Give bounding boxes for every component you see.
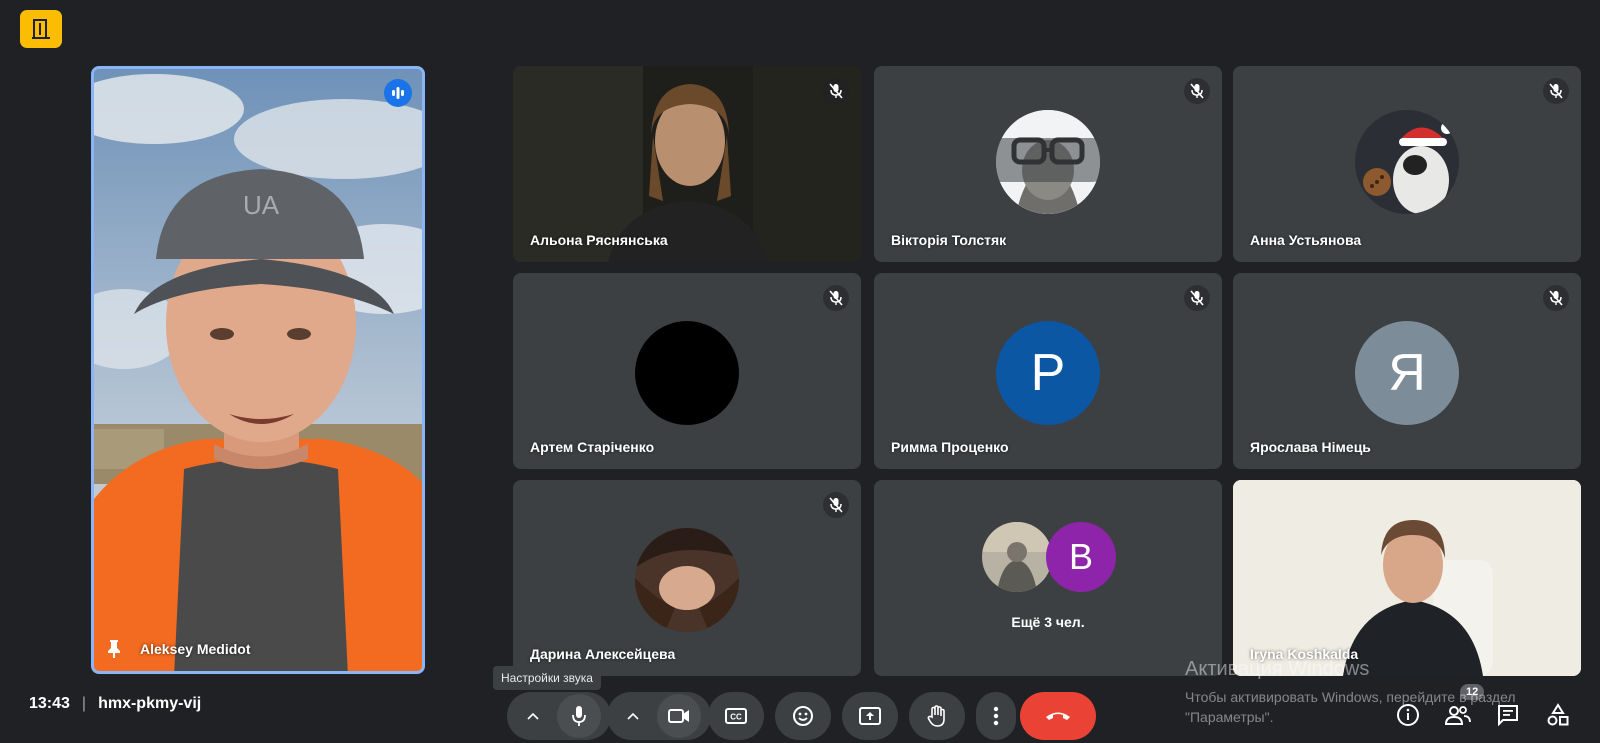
participant-name: Вікторія Толстяк xyxy=(891,232,1007,248)
emoji-icon xyxy=(793,706,813,726)
avatar xyxy=(1355,110,1459,214)
muted-indicator xyxy=(1543,78,1569,104)
captions-button[interactable]: CC xyxy=(708,692,764,740)
participant-tile[interactable]: Дарина Алексейцева xyxy=(513,480,861,676)
avatar: Р xyxy=(996,321,1100,425)
more-options-button[interactable] xyxy=(976,692,1016,740)
mic-off-icon xyxy=(829,83,843,99)
speaking-indicator-icon xyxy=(392,87,404,99)
closed-captions-icon: CC xyxy=(725,708,747,724)
people-icon xyxy=(1445,706,1471,725)
mic-off-icon xyxy=(1190,290,1204,306)
app-logo[interactable] xyxy=(20,10,62,48)
audio-options-button[interactable] xyxy=(519,712,547,720)
participant-name: Iryna Koshkalda xyxy=(1250,646,1359,662)
people-button[interactable] xyxy=(1440,697,1476,733)
participant-name: Анна Устьянова xyxy=(1250,232,1362,248)
activities-button[interactable] xyxy=(1540,697,1576,733)
avatar-letter: Я xyxy=(1388,344,1426,402)
participant-name: Артем Старіченко xyxy=(530,439,655,455)
mic-button[interactable] xyxy=(557,694,601,738)
mic-off-icon xyxy=(829,497,843,513)
reactions-button[interactable] xyxy=(775,692,831,740)
mic-off-icon xyxy=(1190,83,1204,99)
camera-control xyxy=(607,692,711,740)
hang-up-icon xyxy=(1046,712,1070,720)
avatar-letter: В xyxy=(1068,536,1093,577)
participant-tile[interactable]: Iryna Koshkalda xyxy=(1233,480,1581,676)
mic-off-icon xyxy=(829,290,843,306)
avatar: Я xyxy=(1355,321,1459,425)
muted-indicator xyxy=(1543,285,1569,311)
muted-indicator xyxy=(1184,285,1210,311)
participant-count-badge: 12 xyxy=(1460,684,1485,700)
avatar-letter: Р xyxy=(1030,344,1066,402)
svg-text:UA: UA xyxy=(243,190,280,220)
video-options-button[interactable] xyxy=(619,712,647,720)
participant-video: UA xyxy=(94,69,422,671)
participant-name: Ярослава Німець xyxy=(1250,439,1371,455)
muted-indicator xyxy=(823,492,849,518)
participant-tile[interactable]: Я Ярослава Німець xyxy=(1233,273,1581,469)
meeting-info: 13:43 | hmx-pkmy-vij xyxy=(29,695,201,713)
camera-button[interactable] xyxy=(657,694,701,738)
present-screen-icon xyxy=(859,707,881,725)
participant-tile[interactable]: Анна Устьянова xyxy=(1233,66,1581,262)
avatar-overlay-controls xyxy=(978,138,1114,182)
participant-tile[interactable]: Артем Старіченко xyxy=(513,273,861,469)
participant-name: Aleksey Medidot xyxy=(140,641,251,657)
present-screen-button[interactable] xyxy=(842,692,898,740)
bottom-toolbar: 13:43 | hmx-pkmy-vij CC xyxy=(0,677,1600,743)
more-vert-icon xyxy=(993,706,999,726)
avatar xyxy=(635,321,739,425)
participant-tile[interactable]: Р Римма Проценко xyxy=(874,273,1222,469)
muted-indicator xyxy=(1184,78,1210,104)
chevron-up-icon xyxy=(627,712,639,720)
video-camera-icon xyxy=(668,709,689,723)
raise-hand-button[interactable] xyxy=(909,692,965,740)
speaking-indicator xyxy=(384,79,412,107)
mic-icon xyxy=(572,706,586,726)
muted-indicator xyxy=(823,78,849,104)
muted-indicator xyxy=(823,285,849,311)
chat-button[interactable] xyxy=(1490,697,1526,733)
avatar: В xyxy=(1046,522,1116,592)
mic-off-icon xyxy=(1549,290,1563,306)
participant-name: Римма Проценко xyxy=(891,439,1009,455)
avatar xyxy=(635,528,739,632)
avatar xyxy=(982,522,1052,592)
mic-control xyxy=(507,692,611,740)
info-icon xyxy=(1397,704,1419,726)
meeting-code[interactable]: hmx-pkmy-vij xyxy=(98,695,201,713)
raise-hand-icon xyxy=(927,705,945,727)
clock: 13:43 xyxy=(29,695,70,712)
door-icon xyxy=(32,19,50,39)
participant-name: Альона Ряснянська xyxy=(530,232,668,248)
chevron-up-icon xyxy=(527,712,539,720)
pin-icon[interactable] xyxy=(106,639,122,659)
more-participants-tile[interactable]: В Ещё 3 чел. xyxy=(874,480,1222,676)
pinned-participant-tile[interactable]: UA Aleksey Medidot xyxy=(91,66,425,674)
mic-off-icon xyxy=(1549,83,1563,99)
chat-icon xyxy=(1498,705,1518,726)
leave-call-button[interactable] xyxy=(1020,692,1096,740)
svg-text:CC: CC xyxy=(730,713,742,722)
participant-tile[interactable]: Альона Ряснянська xyxy=(513,66,861,262)
separator: | xyxy=(81,695,87,712)
participant-tile[interactable]: Вікторія Толстяк xyxy=(874,66,1222,262)
activities-shapes-icon xyxy=(1547,703,1569,726)
meeting-details-button[interactable] xyxy=(1390,697,1426,733)
participant-name: Дарина Алексейцева xyxy=(530,646,676,662)
more-participants-label: Ещё 3 чел. xyxy=(1011,614,1085,630)
